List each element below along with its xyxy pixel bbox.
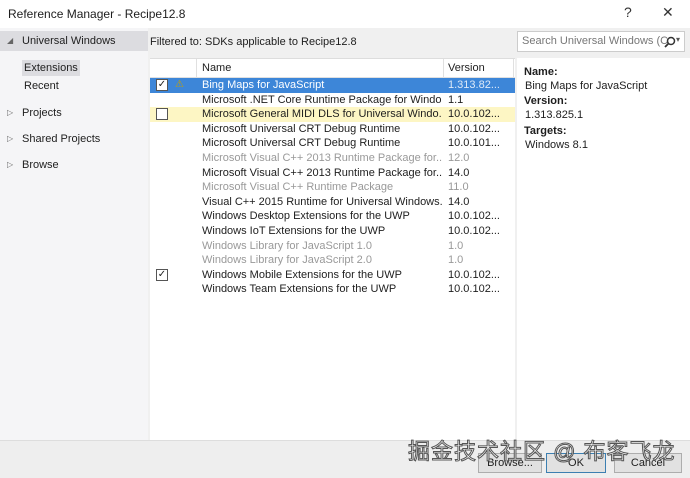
table-row[interactable]: Microsoft .NET Core Runtime Package for … (150, 93, 515, 108)
table-row[interactable]: ✓ ⚠ Bing Maps for JavaScript 1.313.82... (150, 78, 515, 93)
filter-text: Filtered to: SDKs applicable to Recipe12… (150, 36, 357, 48)
warning-icon: ⚠ (175, 79, 184, 90)
table-row[interactable]: Microsoft Visual C++ 2013 Runtime Packag… (150, 151, 515, 166)
row-version: 14.0 (448, 166, 470, 179)
version-label: Version: (524, 95, 568, 107)
table-row[interactable]: Windows Team Extensions for the UWP 10.0.… (150, 282, 515, 297)
details-panel: Name: Bing Maps for JavaScript Version: … (517, 58, 690, 440)
targets-value: Windows 8.1 (525, 139, 588, 151)
version-value: 1.313.825.1 (525, 109, 584, 121)
header-check-column (150, 59, 197, 77)
row-version: 1.1 (448, 93, 464, 106)
search-icon[interactable] (664, 36, 676, 48)
row-version: 10.0.102... (448, 283, 500, 296)
row-name: Bing Maps for JavaScript (202, 79, 325, 91)
expanded-arrow-icon: ◢ (7, 36, 14, 45)
row-name: Microsoft General MIDI DLS for Universal… (202, 108, 442, 121)
collapsed-arrow-icon: ▷ (7, 160, 14, 169)
checkbox-checked[interactable]: ✓ (156, 268, 168, 281)
targets-label: Targets: (524, 125, 567, 137)
window-title: Reference Manager - Recipe12.8 (8, 7, 186, 21)
row-name: Windows Desktop Extensions for the UWP (202, 210, 410, 223)
sidebar: ◢ Universal Windows Extensions Recent ▷ … (0, 28, 148, 440)
table-row[interactable]: ✓ Windows Mobile Extensions for the UWP 10… (150, 268, 515, 283)
row-version: 12.0 (448, 152, 470, 164)
row-version: 1.0 (448, 239, 464, 252)
table-row[interactable]: Microsoft Universal CRT Debug Runtime 10.… (150, 122, 515, 137)
row-name: Microsoft Visual C++ Runtime Package (202, 181, 394, 194)
row-name: Windows Mobile Extensions for the UWP (202, 268, 402, 281)
row-name: Microsoft Universal CRT Debug Runtime (202, 137, 401, 150)
row-name: Visual C++ 2015 Runtime for Universal Wi… (202, 195, 442, 208)
list-header: Name Version (150, 59, 515, 78)
row-version: 10.0.102... (448, 108, 500, 121)
header-name[interactable]: Name (196, 59, 444, 77)
sidebar-item-universal-windows[interactable]: ◢ Universal Windows (0, 31, 148, 51)
table-row[interactable]: Microsoft Universal CRT Debug Runtime 10.… (150, 136, 515, 151)
checkbox-checked[interactable]: ✓ (156, 79, 168, 91)
row-version: 10.0.102... (448, 122, 500, 135)
sidebar-item-projects[interactable]: ▷ Projects (0, 103, 148, 123)
sidebar-item-recent[interactable]: Recent (22, 78, 61, 94)
table-row[interactable]: Windows Desktop Extensions for the UWP 10… (150, 209, 515, 224)
row-name: Microsoft .NET Core Runtime Package for … (202, 93, 442, 106)
sidebar-item-shared-projects[interactable]: ▷ Shared Projects (0, 129, 148, 149)
row-name: Microsoft Visual C++ 2013 Runtime Packag… (202, 166, 442, 179)
collapsed-arrow-icon: ▷ (7, 134, 14, 143)
table-row[interactable]: Microsoft General MIDI DLS for Universal… (150, 107, 515, 122)
table-row[interactable]: Visual C++ 2015 Runtime for Universal Wi… (150, 195, 515, 210)
table-row[interactable]: Microsoft Visual C++ 2013 Runtime Packag… (150, 166, 515, 181)
row-version: 14.0 (448, 195, 470, 208)
table-row[interactable]: Windows Library for JavaScript 2.0 1.0 (150, 253, 515, 268)
table-row[interactable]: Windows IoT Extensions for the UWP 10.0.1… (150, 224, 515, 239)
table-row[interactable]: Windows Library for JavaScript 1.0 1.0 (150, 239, 515, 254)
extensions-list: Name Version ✓ ⚠ Bing Maps for JavaScript 1… (150, 58, 515, 441)
row-name: Microsoft Universal CRT Debug Runtime (202, 122, 401, 135)
watermark: 掘金技术社区 @ 布客飞龙 (408, 439, 676, 465)
search-input[interactable]: Search Universal Windows (C ▾ (517, 31, 685, 52)
title-bar: Reference Manager - Recipe12.8 ? ✕ (0, 0, 690, 28)
row-version: 10.0.102... (448, 225, 500, 237)
row-version: 11.0 (448, 181, 469, 194)
name-label: Name: (524, 66, 558, 78)
row-version: 10.0.102... (448, 210, 500, 223)
row-version: 10.0.102... (448, 268, 500, 281)
row-version: 1.313.82... (448, 79, 500, 91)
row-name: Windows Library for JavaScript 1.0 (202, 239, 372, 252)
row-name: Windows IoT Extensions for the UWP (202, 225, 386, 237)
sidebar-item-browse[interactable]: ▷ Browse (0, 155, 148, 175)
checkbox-unchecked[interactable] (156, 108, 168, 121)
row-name: Windows Team Extensions for the UWP (202, 283, 397, 296)
table-row[interactable]: Microsoft Visual C++ Runtime Package 11.0 (150, 180, 515, 195)
row-version: 10.0.101... (448, 137, 500, 150)
sidebar-item-extensions[interactable]: Extensions (22, 60, 80, 76)
name-value: Bing Maps for JavaScript (525, 80, 648, 92)
close-button[interactable]: ✕ (662, 4, 674, 21)
collapsed-arrow-icon: ▷ (7, 108, 14, 117)
row-name: Microsoft Visual C++ 2013 Runtime Packag… (202, 152, 442, 164)
header-version[interactable]: Version (444, 59, 514, 77)
search-dropdown-icon[interactable]: ▾ (676, 35, 680, 44)
row-version: 1.0 (448, 254, 464, 267)
row-name: Windows Library for JavaScript 2.0 (202, 254, 372, 267)
help-button[interactable]: ? (624, 4, 632, 20)
